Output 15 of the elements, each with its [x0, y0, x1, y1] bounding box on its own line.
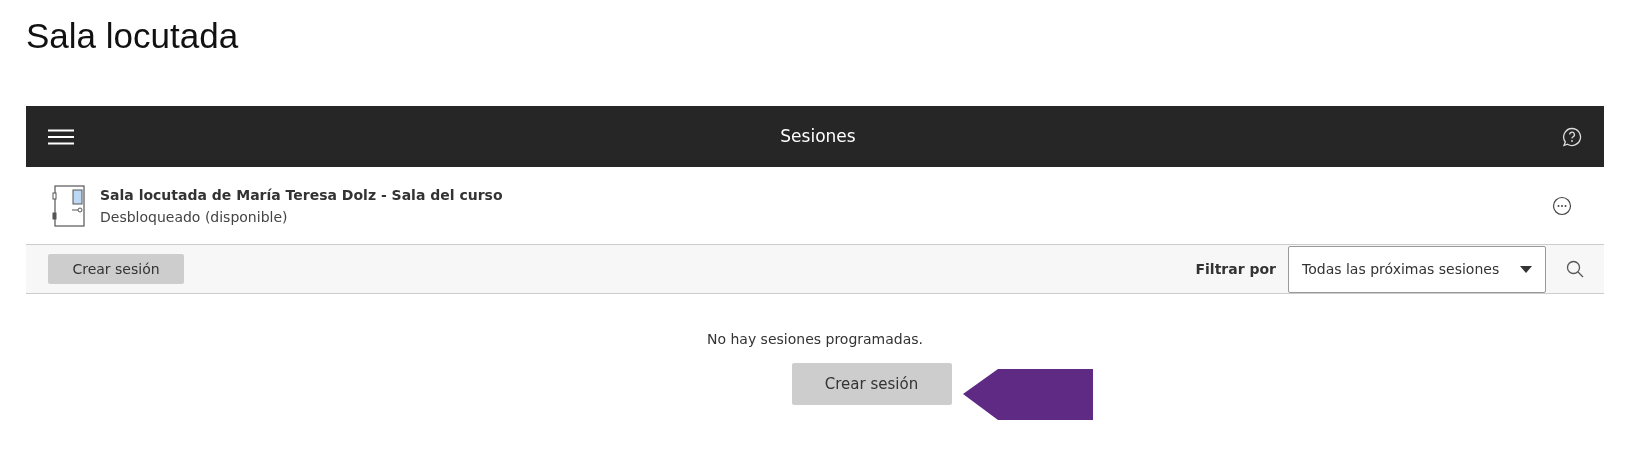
create-session-button[interactable]: Crear sesión	[48, 254, 184, 284]
door-icon	[52, 184, 86, 227]
filter-dropdown[interactable]: Todas las próximas sesiones	[1288, 245, 1546, 293]
room-name[interactable]: Sala locutada de María Teresa Dolz - Sala del curso	[100, 183, 503, 206]
empty-message: No hay sesiones programadas.	[706, 330, 924, 349]
create-session-button[interactable]: Crear sesión	[791, 363, 952, 405]
search-icon[interactable]	[1566, 260, 1584, 278]
header-title: Sesiones	[780, 124, 856, 148]
filter-label: Filtrar por	[1195, 259, 1276, 279]
help-icon[interactable]	[1562, 126, 1582, 147]
room-status: Desbloqueado (disponible)	[100, 207, 288, 227]
page-title: Sala locutada	[26, 15, 239, 57]
caret-icon	[1520, 265, 1532, 273]
more-options-icon[interactable]	[1552, 195, 1572, 216]
menu-icon[interactable]	[48, 128, 74, 145]
